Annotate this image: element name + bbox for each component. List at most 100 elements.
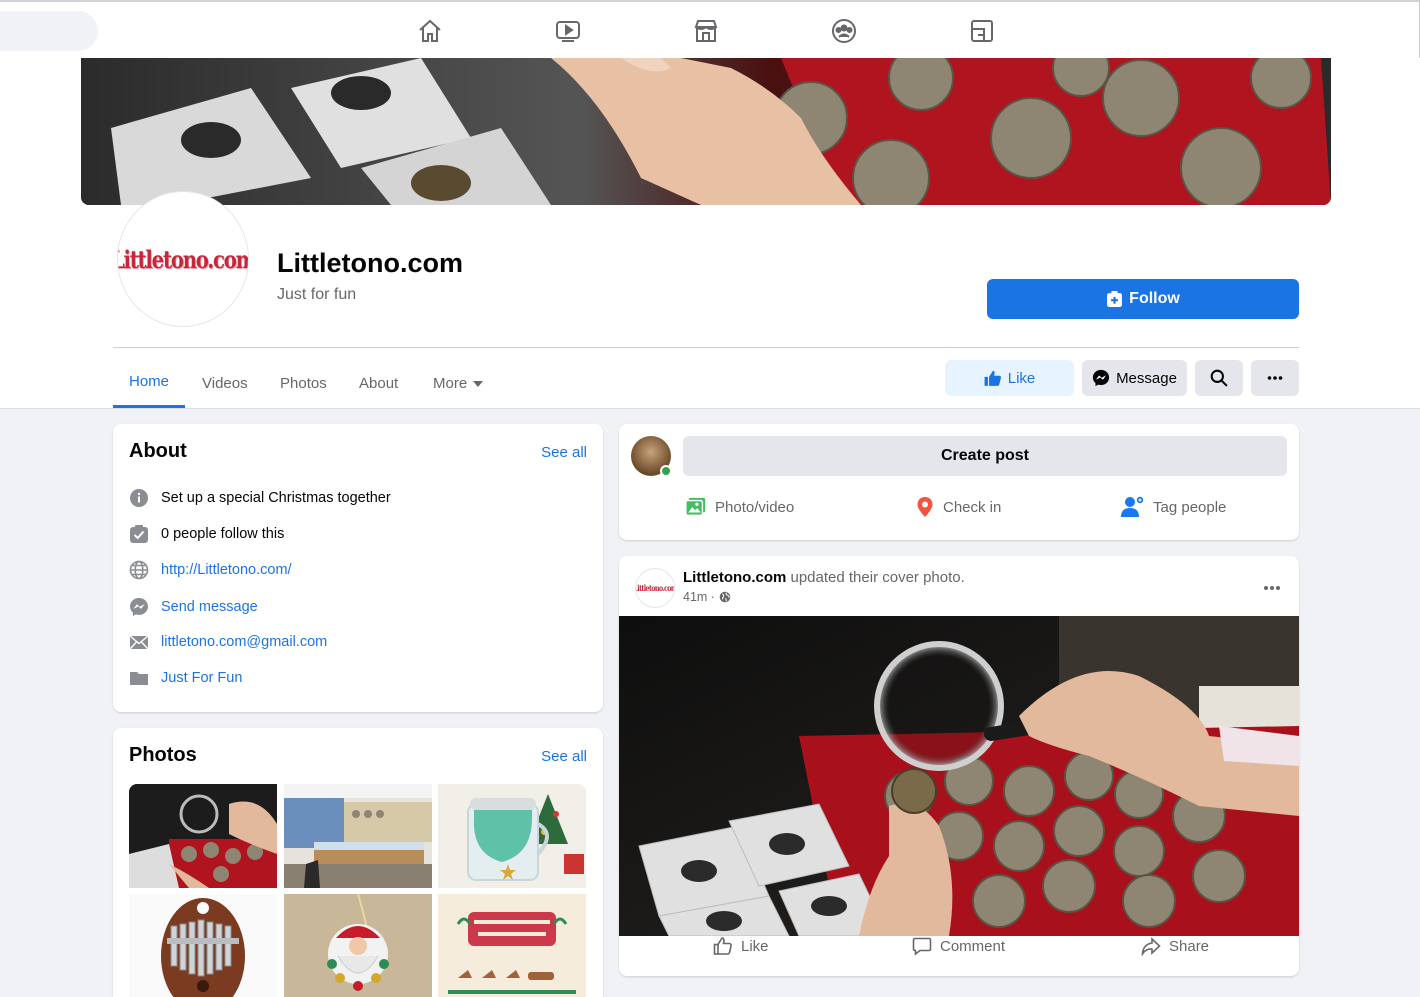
like-label: Like xyxy=(1007,369,1036,387)
photo-video-label: Photo/video xyxy=(715,498,795,516)
header-divider xyxy=(113,347,1299,348)
photo-icon xyxy=(685,497,706,516)
tag-people-button[interactable]: Tag people xyxy=(1121,496,1226,518)
about-row-description: Set up a special Christmas together xyxy=(129,488,391,508)
tab-label: Videos xyxy=(202,374,248,392)
share-arrow-icon xyxy=(1141,937,1161,956)
search-page-button[interactable] xyxy=(1195,360,1243,396)
follow-plus-icon xyxy=(1107,290,1123,307)
about-followers-count: 0 people follow this xyxy=(161,526,285,542)
page-title: Littletono.com xyxy=(277,248,463,278)
photos-see-all-link[interactable]: See all xyxy=(541,748,587,765)
search-bar[interactable] xyxy=(0,11,98,51)
follow-check-icon xyxy=(129,524,149,544)
post-author-avatar[interactable]: Littletono.com xyxy=(635,568,675,608)
info-icon xyxy=(129,488,149,508)
messenger-icon xyxy=(1092,369,1110,387)
about-row-email: littletono.com@gmail.com xyxy=(129,632,327,652)
cover-photo[interactable] xyxy=(81,58,1331,205)
search-icon xyxy=(1210,369,1228,387)
marketplace-icon[interactable] xyxy=(691,14,721,48)
photo-thumb[interactable] xyxy=(438,894,586,997)
about-card: About See all Set up a special Christmas… xyxy=(113,424,603,712)
post-image[interactable] xyxy=(619,616,1299,936)
post-like-label: Like xyxy=(741,937,769,955)
about-see-all-link[interactable]: See all xyxy=(541,444,587,461)
more-dots-icon xyxy=(1264,586,1280,590)
like-page-button[interactable]: Like xyxy=(945,360,1074,396)
groups-icon[interactable] xyxy=(829,14,859,48)
more-dots-icon xyxy=(1267,376,1283,380)
photos-title: Photos xyxy=(129,744,197,766)
photo-thumb[interactable] xyxy=(284,784,432,888)
post-meta: 41m · xyxy=(683,590,731,604)
caret-down-icon xyxy=(473,381,484,387)
tab-more[interactable]: More xyxy=(417,358,499,408)
message-label: Message xyxy=(1116,369,1177,387)
post-like-button[interactable]: Like xyxy=(713,936,769,956)
top-nav-bar xyxy=(0,0,1420,58)
post-options-button[interactable] xyxy=(1263,578,1281,596)
create-post-button[interactable]: Create post xyxy=(683,436,1287,476)
post-share-label: Share xyxy=(1169,937,1210,955)
about-row-category: Just For Fun xyxy=(129,668,242,688)
tab-photos[interactable]: Photos xyxy=(264,358,343,408)
mail-icon xyxy=(129,632,149,652)
profile-picture[interactable]: Littletono.com xyxy=(117,191,249,327)
photos-card: Photos See all xyxy=(113,728,603,997)
about-email-link[interactable]: littletono.com@gmail.com xyxy=(161,634,327,650)
tab-videos[interactable]: Videos xyxy=(186,358,264,408)
post-card: Littletono.com Littletono.com updated th… xyxy=(619,556,1299,976)
location-pin-icon xyxy=(917,497,933,517)
online-status-dot xyxy=(660,465,672,477)
about-row-website: http://Littletono.com/ xyxy=(129,560,292,580)
photo-thumb[interactable] xyxy=(438,784,586,888)
follow-button[interactable]: Follow xyxy=(987,279,1299,319)
user-avatar[interactable] xyxy=(631,436,672,477)
post-header-line: Littletono.com updated their cover photo… xyxy=(683,569,965,586)
about-category-link[interactable]: Just For Fun xyxy=(161,670,242,686)
photo-thumb[interactable] xyxy=(284,894,432,997)
tag-people-label: Tag people xyxy=(1153,498,1227,516)
message-button[interactable]: Message xyxy=(1082,360,1187,396)
post-timestamp[interactable]: 41m · xyxy=(683,590,715,604)
tab-label: Photos xyxy=(280,374,327,392)
check-in-label: Check in xyxy=(943,498,1002,516)
check-in-button[interactable]: Check in xyxy=(915,496,1001,518)
post-comment-button[interactable]: Comment xyxy=(912,936,1005,956)
about-description: Set up a special Christmas together xyxy=(161,490,391,506)
composer-card: Create post Photo/video Check in Tag peo… xyxy=(619,424,1299,540)
photo-thumb[interactable] xyxy=(129,784,277,888)
gaming-icon[interactable] xyxy=(967,14,997,48)
about-website-link[interactable]: http://Littletono.com/ xyxy=(161,562,292,578)
page-category: Just for fun xyxy=(277,286,357,303)
public-globe-icon xyxy=(719,591,731,603)
page-header: Littletono.com Littletono.com Just for f… xyxy=(0,58,1420,409)
watch-icon[interactable] xyxy=(553,14,583,48)
tag-people-icon xyxy=(1121,496,1144,517)
messenger-icon xyxy=(129,597,149,617)
post-action-text: updated their cover photo. xyxy=(786,569,965,586)
author-logo: Littletono.com xyxy=(635,583,675,593)
about-title: About xyxy=(129,440,187,462)
tab-home[interactable]: Home xyxy=(113,358,186,408)
follow-label: Follow xyxy=(1129,290,1180,307)
thumbs-up-outline-icon xyxy=(713,937,732,955)
tab-label: About xyxy=(359,374,399,392)
thumbs-up-icon xyxy=(984,370,1001,386)
tab-about[interactable]: About xyxy=(343,358,414,408)
comment-icon xyxy=(912,937,932,956)
post-share-button[interactable]: Share xyxy=(1141,936,1209,956)
page-logo: Littletono.com xyxy=(117,244,249,274)
about-send-message-link[interactable]: Send message xyxy=(161,599,258,615)
post-comment-label: Comment xyxy=(940,937,1006,955)
home-icon[interactable] xyxy=(415,14,445,48)
post-author-name[interactable]: Littletono.com xyxy=(683,569,786,586)
more-options-button[interactable] xyxy=(1251,360,1299,396)
photo-thumb[interactable] xyxy=(129,894,277,997)
about-row-message: Send message xyxy=(129,597,258,617)
tab-label: More xyxy=(433,374,468,392)
tab-label: Home xyxy=(129,373,170,390)
photo-video-button[interactable]: Photo/video xyxy=(685,496,794,518)
globe-icon xyxy=(129,560,149,580)
